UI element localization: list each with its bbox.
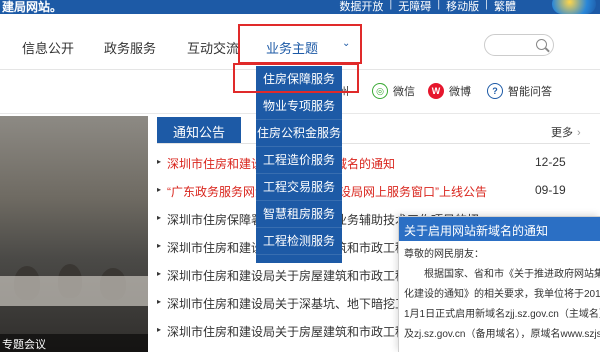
chat-icon: ?	[487, 83, 503, 99]
top-links: 数据开放 | 无障碍 | 移动版 | 繁體	[333, 0, 522, 14]
chevron-right-icon: ›	[577, 127, 581, 139]
logo-icon	[552, 0, 596, 14]
chevron-down-icon: ⌄	[342, 38, 351, 49]
popup-line: 1月1日正式启用新域名zjj.sz.gov.cn（主域名）	[404, 309, 600, 320]
menu-item-rental[interactable]: 智慧租房服务	[256, 201, 342, 228]
search-input[interactable]	[484, 34, 554, 56]
list-item-title[interactable]: 深圳市住房和建设局关于启用新域名的通知	[167, 155, 527, 172]
list-item[interactable]: ▸ “广东政务服务网深圳市住房和建设局网上服务窗口”上线公告 09-19	[157, 178, 597, 206]
divider: |	[485, 0, 488, 10]
list-item[interactable]: ▸ 深圳市住房和建设局关于启用新域名的通知 12-25	[157, 150, 597, 178]
nav-item-gov-service[interactable]: 政务服务	[104, 38, 156, 57]
search-icon-handle	[545, 47, 550, 53]
nav-item-interaction[interactable]: 互动交流	[187, 38, 239, 57]
notice-popup[interactable]: 关于启用网站新域名的通知 尊敬的网民朋友： 根据国家、省和市《关于推进政府网站集…	[398, 216, 600, 352]
weibo-icon: W	[428, 83, 444, 99]
popup-line: 根据国家、省和市《关于推进政府网站集约	[404, 269, 600, 280]
bullet-icon: ▸	[157, 185, 162, 194]
social-qa[interactable]: ? 智能问答	[487, 83, 552, 99]
link-accessibility[interactable]: 无障碍	[392, 0, 437, 14]
business-dropdown-menu: 住房保障服务 物业专项服务 住房公积金服务 工程造价服务 工程交易服务 智慧租房…	[256, 66, 342, 263]
divider: |	[437, 0, 441, 10]
nav-item-info-public[interactable]: 信息公开	[22, 38, 74, 57]
bullet-icon: ▸	[157, 241, 162, 250]
wechat-icon: ◎	[372, 83, 388, 99]
menu-item-testing[interactable]: 工程检测服务	[256, 228, 342, 255]
menu-item-trade[interactable]: 工程交易服务	[256, 174, 342, 201]
menu-item-highlight	[233, 63, 359, 93]
list-item-title[interactable]: “广东政务服务网深圳市住房和建设局网上服务窗口”上线公告	[167, 183, 527, 200]
photo-caption: 专题会议	[0, 334, 148, 352]
link-traditional[interactable]: 繁體	[488, 0, 522, 14]
popup-line: 及zj.sz.gov.cn（备用域名），原域名www.szjs	[404, 329, 600, 340]
menu-item-provident-fund[interactable]: 住房公积金服务	[256, 120, 342, 147]
top-bar: 建局网站。 数据开放 | 无障碍 | 移动版 | 繁體	[0, 0, 600, 14]
link-mobile[interactable]: 移动版	[440, 0, 485, 14]
site-text: 建局网站。	[2, 0, 63, 14]
social-weibo[interactable]: W 微博	[428, 83, 471, 99]
list-item-date: 09-19	[535, 183, 566, 197]
popup-line: 化建设的通知》的相关要求，我单位将于2019	[404, 289, 600, 300]
bullet-icon: ▸	[157, 297, 162, 306]
social-wechat-label: 微信	[393, 86, 415, 98]
nav-item-business[interactable]: 业务主题	[266, 38, 318, 57]
list-item-date: 12-25	[535, 155, 566, 169]
social-wechat[interactable]: ◎ 微信	[372, 83, 415, 99]
popup-body: 尊敬的网民朋友： 根据国家、省和市《关于推进政府网站集约 化建设的通知》的相关要…	[399, 241, 600, 349]
bullet-icon: ▸	[157, 269, 162, 278]
social-qa-label: 智能问答	[508, 86, 552, 98]
meeting-photo[interactable]: 专题会议	[0, 116, 148, 352]
menu-item-property[interactable]: 物业专项服务	[256, 93, 342, 120]
more-label: 更多	[551, 127, 573, 139]
link-data-open[interactable]: 数据开放	[333, 0, 389, 14]
bullet-icon: ▸	[157, 213, 162, 222]
bullet-icon: ▸	[157, 157, 162, 166]
menu-item-cost[interactable]: 工程造价服务	[256, 147, 342, 174]
main-nav: 信息公开 政务服务 互动交流 业务主题 ⌄	[0, 14, 600, 70]
photo-table	[0, 276, 148, 306]
divider	[157, 143, 590, 144]
popup-title: 关于启用网站新域名的通知	[399, 217, 600, 241]
bullet-icon: ▸	[157, 325, 162, 334]
social-weibo-label: 微博	[449, 86, 471, 98]
notice-tab[interactable]: 通知公告	[157, 117, 241, 143]
divider: |	[389, 0, 393, 10]
more-link[interactable]: 更多 ›	[551, 124, 581, 140]
popup-line: 尊敬的网民朋友：	[404, 249, 484, 260]
